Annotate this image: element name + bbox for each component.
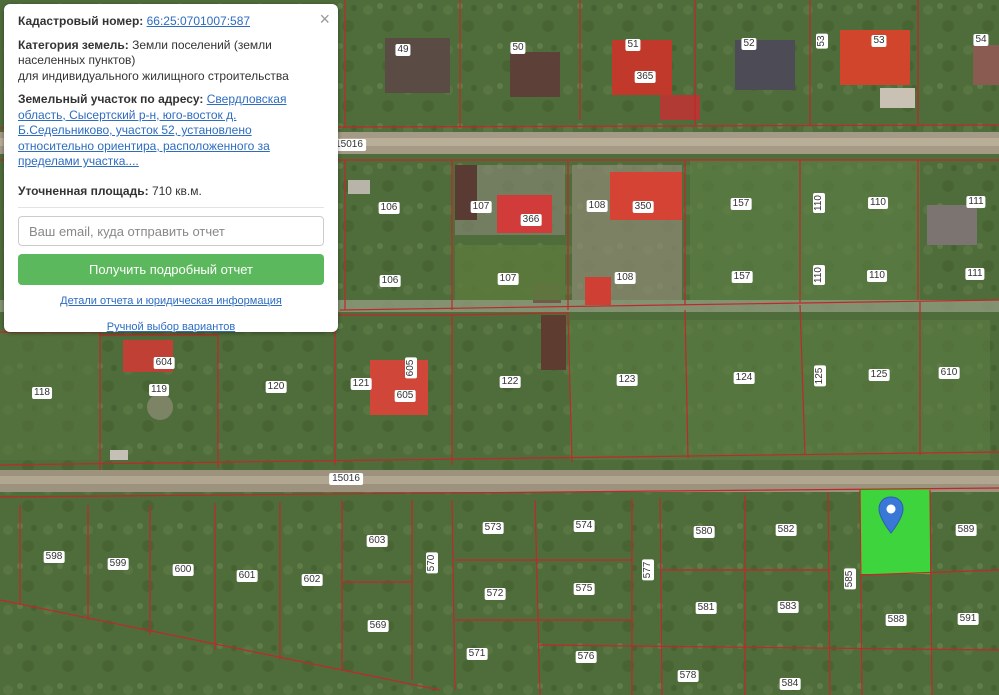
address-row: Земельный участок по адресу: Свердловска… <box>18 92 324 170</box>
plot-number-label[interactable]: 605 <box>394 390 416 402</box>
plot-number-label[interactable]: 589 <box>955 524 977 536</box>
plot-number-label[interactable]: 110 <box>867 270 887 282</box>
plot-number-label[interactable]: 53 <box>871 35 887 47</box>
plot-number-label[interactable]: 599 <box>107 558 129 570</box>
plot-number-label[interactable]: 106 <box>378 202 400 214</box>
plot-number-label[interactable]: 119 <box>149 384 169 396</box>
usage-value: для индивидуального жилищного строительс… <box>18 68 289 83</box>
plot-number-label[interactable]: 53 <box>816 33 828 49</box>
plot-number-label[interactable]: 122 <box>499 376 521 388</box>
plot-number-label[interactable]: 602 <box>301 574 323 586</box>
plot-number-label[interactable]: 121 <box>350 378 372 390</box>
plot-number-label[interactable]: 581 <box>695 602 717 614</box>
plot-number-label[interactable]: 125 <box>814 365 826 387</box>
plot-number-label[interactable]: 604 <box>153 357 175 369</box>
plot-number-label[interactable]: 610 <box>938 367 960 379</box>
house <box>541 315 566 370</box>
plot-number-label[interactable]: 588 <box>885 614 907 626</box>
plot-number-label[interactable]: 575 <box>573 583 595 595</box>
get-report-button[interactable]: Получить подробный отчет <box>18 254 324 285</box>
plot-number-label[interactable]: 583 <box>777 601 799 613</box>
plot-number-label[interactable]: 157 <box>731 271 753 283</box>
address-label: Земельный участок по адресу: <box>18 92 204 106</box>
details-link-row: Детали отчета и юридическая информация <box>18 295 324 307</box>
road-label: 15016 <box>329 473 363 485</box>
area-value: 710 кв.м. <box>151 183 202 198</box>
plot-number-label[interactable]: 574 <box>573 520 595 532</box>
house <box>973 45 999 85</box>
plot-number-label[interactable]: 111 <box>966 196 986 208</box>
cadastral-number-link[interactable]: 66:25:0701007:587 <box>147 14 250 28</box>
plot-number-label[interactable]: 601 <box>236 570 258 582</box>
plot-number-label[interactable]: 110 <box>813 193 825 213</box>
plot-number-label[interactable]: 108 <box>586 200 608 212</box>
plot-number-label[interactable]: 125 <box>868 369 890 381</box>
plot-number-label[interactable]: 50 <box>510 42 526 54</box>
map-pin-icon[interactable] <box>878 496 904 534</box>
house <box>348 180 370 194</box>
plot-number-label[interactable]: 157 <box>730 198 752 210</box>
plot-number-label[interactable]: 569 <box>367 620 389 632</box>
plot-number-label[interactable]: 106 <box>379 275 401 287</box>
plot-number-label[interactable]: 366 <box>520 214 542 226</box>
divider <box>18 207 324 208</box>
plot-number-label[interactable]: 49 <box>395 44 411 56</box>
plot-number-label[interactable]: 603 <box>366 535 388 547</box>
plot-number-label[interactable]: 107 <box>470 201 492 213</box>
plot-number-label[interactable]: 110 <box>868 197 888 209</box>
plot-number-label[interactable]: 584 <box>779 678 801 690</box>
house <box>880 88 915 108</box>
house <box>927 205 977 245</box>
plot-number-label[interactable]: 572 <box>484 588 506 600</box>
house <box>612 40 672 95</box>
manual-link-row: Ручной выбор вариантов <box>18 321 324 333</box>
plot-number-label[interactable]: 570 <box>426 552 438 574</box>
plot-number-label[interactable]: 578 <box>677 670 699 682</box>
plot-number-label[interactable]: 124 <box>733 372 755 384</box>
round-pad <box>147 394 173 420</box>
plot-number-label[interactable]: 111 <box>965 268 985 280</box>
area-label: Уточненная площадь: <box>18 183 149 198</box>
plot-number-label[interactable]: 582 <box>775 524 797 536</box>
plot-number-label[interactable]: 365 <box>634 71 656 83</box>
manual-selection-link[interactable]: Ручной выбор вариантов <box>107 321 235 333</box>
plot-number-label[interactable]: 573 <box>482 522 504 534</box>
plot-number-label[interactable]: 350 <box>632 201 654 213</box>
details-link[interactable]: Детали отчета и юридическая информация <box>60 295 282 307</box>
cadastral-label: Кадастровый номер: <box>18 14 144 28</box>
cadastral-row: Кадастровый номер: 66:25:0701007:587 <box>18 14 324 30</box>
plot-number-label[interactable]: 591 <box>957 613 979 625</box>
house <box>585 277 611 305</box>
plot-info-popup: × Кадастровый номер: 66:25:0701007:587 К… <box>4 4 338 333</box>
category-label: Категория земель: <box>18 37 129 52</box>
plot-number-label[interactable]: 598 <box>43 551 65 563</box>
plot-number-label[interactable]: 107 <box>497 273 519 285</box>
category-row: Категория земель: Земли поселений (земли… <box>18 38 324 85</box>
house <box>510 52 560 97</box>
plot-number-label[interactable]: 52 <box>741 38 757 50</box>
email-input[interactable] <box>18 216 324 246</box>
plot-number-label[interactable]: 123 <box>616 374 638 386</box>
plot-number-label[interactable]: 580 <box>693 526 715 538</box>
close-icon[interactable]: × <box>319 9 330 30</box>
plot-number-label[interactable]: 118 <box>32 387 52 399</box>
plot-number-label[interactable]: 120 <box>265 381 287 393</box>
area-row: Уточненная площадь: 710 кв.м. <box>18 184 324 200</box>
plot-number-label[interactable]: 585 <box>844 568 856 590</box>
house <box>370 360 428 415</box>
plot-number-label[interactable]: 600 <box>172 564 194 576</box>
plot-number-label[interactable]: 571 <box>466 648 488 660</box>
plot-number-label[interactable]: 51 <box>625 39 641 51</box>
plot-number-label[interactable]: 110 <box>813 265 825 285</box>
plot-number-label[interactable]: 605 <box>405 357 417 379</box>
house <box>110 450 128 460</box>
plot-number-label[interactable]: 576 <box>575 651 597 663</box>
plot-number-label[interactable]: 54 <box>973 34 989 46</box>
plot-number-label[interactable]: 577 <box>642 559 654 581</box>
house <box>660 95 700 120</box>
plot-number-label[interactable]: 108 <box>614 272 636 284</box>
